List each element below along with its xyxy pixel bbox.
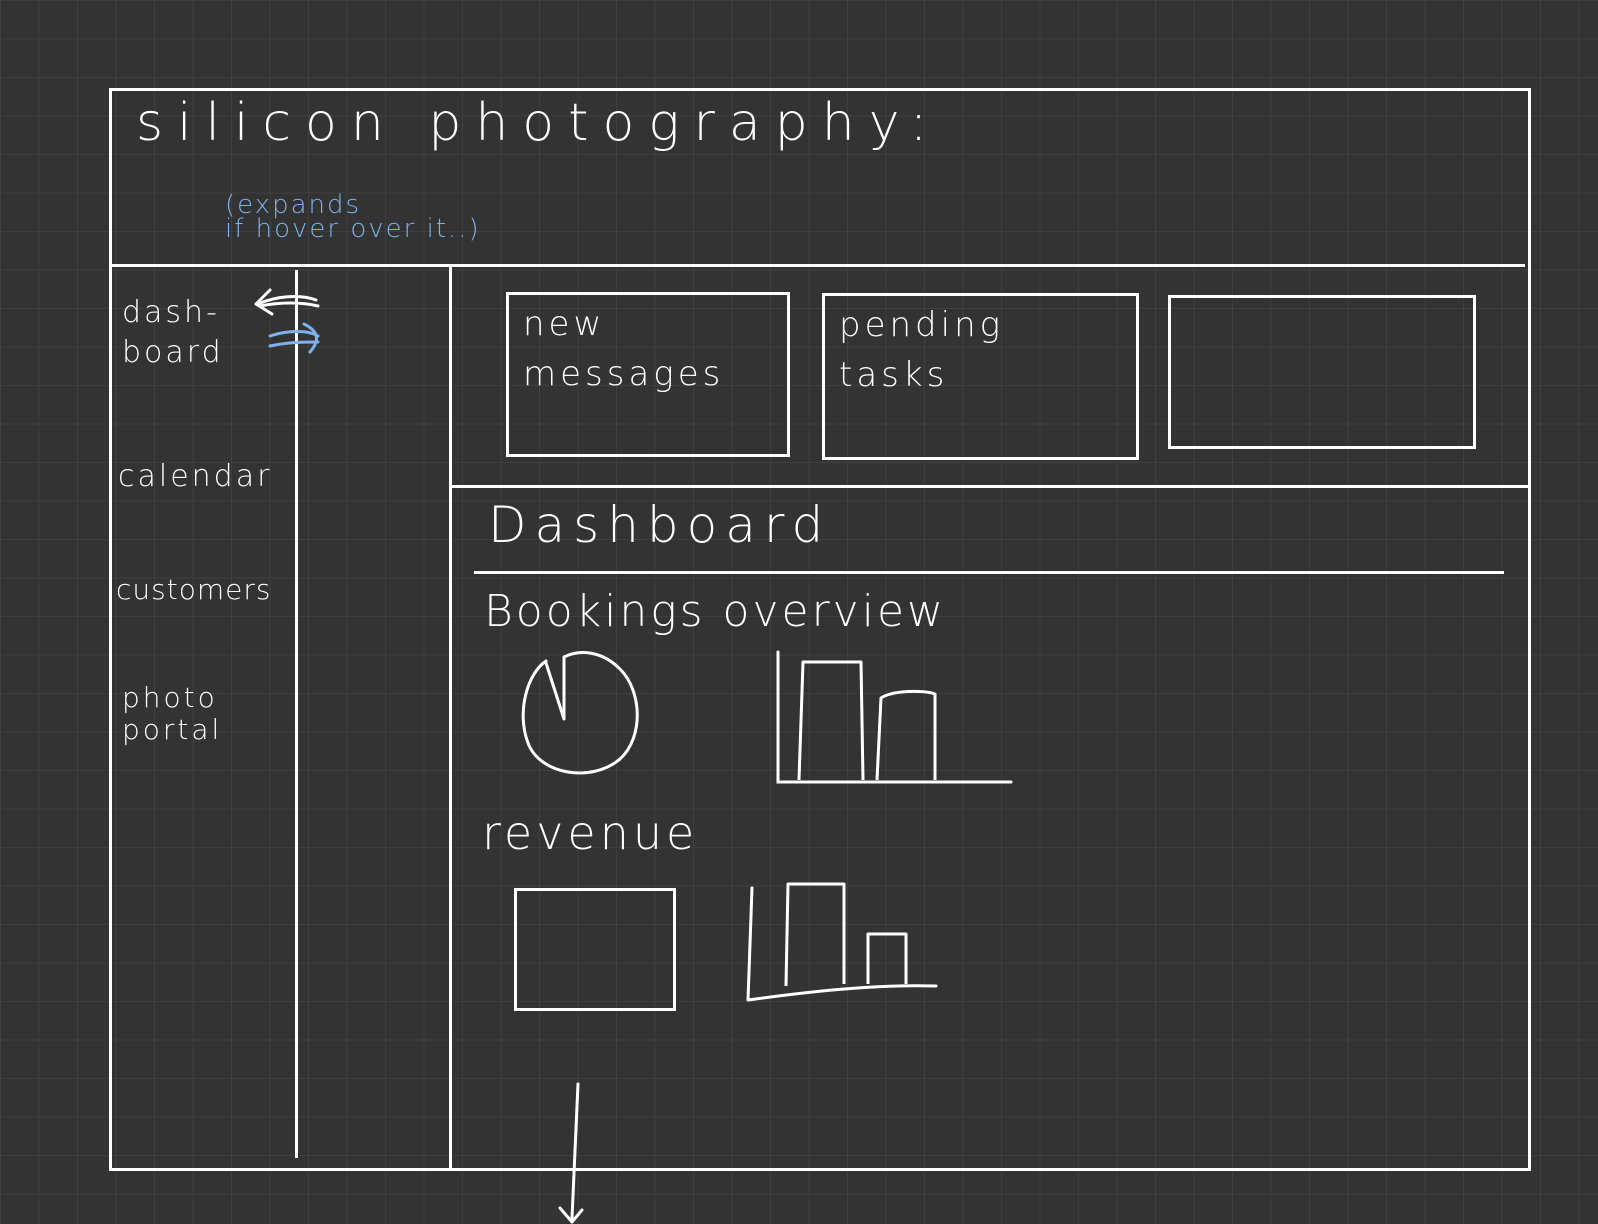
card-label: new messages xyxy=(523,304,725,394)
pie-outline xyxy=(521,651,639,775)
section-title-bookings-overview: Bookings overview xyxy=(484,586,946,637)
revenue-bar-chart xyxy=(746,882,938,1002)
cards-divider xyxy=(451,485,1531,488)
title-divider xyxy=(474,571,1504,574)
sidebar-item-photo-portal[interactable]: photo portal xyxy=(122,682,222,746)
sidebar-collapsed-border xyxy=(295,270,298,1158)
revenue-placeholder-box xyxy=(514,888,676,1011)
bookings-bar-chart xyxy=(776,650,1013,784)
card-new-messages[interactable]: new messages xyxy=(506,292,790,457)
chart-axes xyxy=(776,650,1013,784)
sidebar-toggle-arrows[interactable] xyxy=(252,284,328,364)
scroll-down-arrow-icon xyxy=(558,1082,584,1224)
collapse-arrow-icon[interactable] xyxy=(268,322,320,354)
app-title: silicon photography: xyxy=(136,93,942,153)
expand-arrow-icon[interactable] xyxy=(254,288,320,316)
bar-1 xyxy=(797,660,865,781)
sidebar-expanded-border xyxy=(449,266,452,1170)
sidebar-item-customers[interactable]: customers xyxy=(116,570,271,610)
card-label: pending tasks xyxy=(839,305,1005,395)
chart-axes xyxy=(746,886,938,1002)
page-title: Dashboard xyxy=(488,496,832,554)
sidebar-item-calendar[interactable]: calendar xyxy=(118,457,272,497)
sidebar-item-dashboard[interactable]: dash- board xyxy=(122,293,224,373)
bar-2 xyxy=(875,689,937,781)
section-title-revenue: revenue xyxy=(482,806,699,860)
bar-2 xyxy=(866,932,908,984)
card-pending-tasks[interactable]: pending tasks xyxy=(822,293,1139,460)
header-divider xyxy=(109,264,1525,267)
card-empty[interactable] xyxy=(1168,295,1476,449)
bookings-pie-chart xyxy=(521,651,639,775)
bar-1 xyxy=(784,882,846,987)
hover-annotation: (expands if hover over it..) xyxy=(225,190,481,244)
